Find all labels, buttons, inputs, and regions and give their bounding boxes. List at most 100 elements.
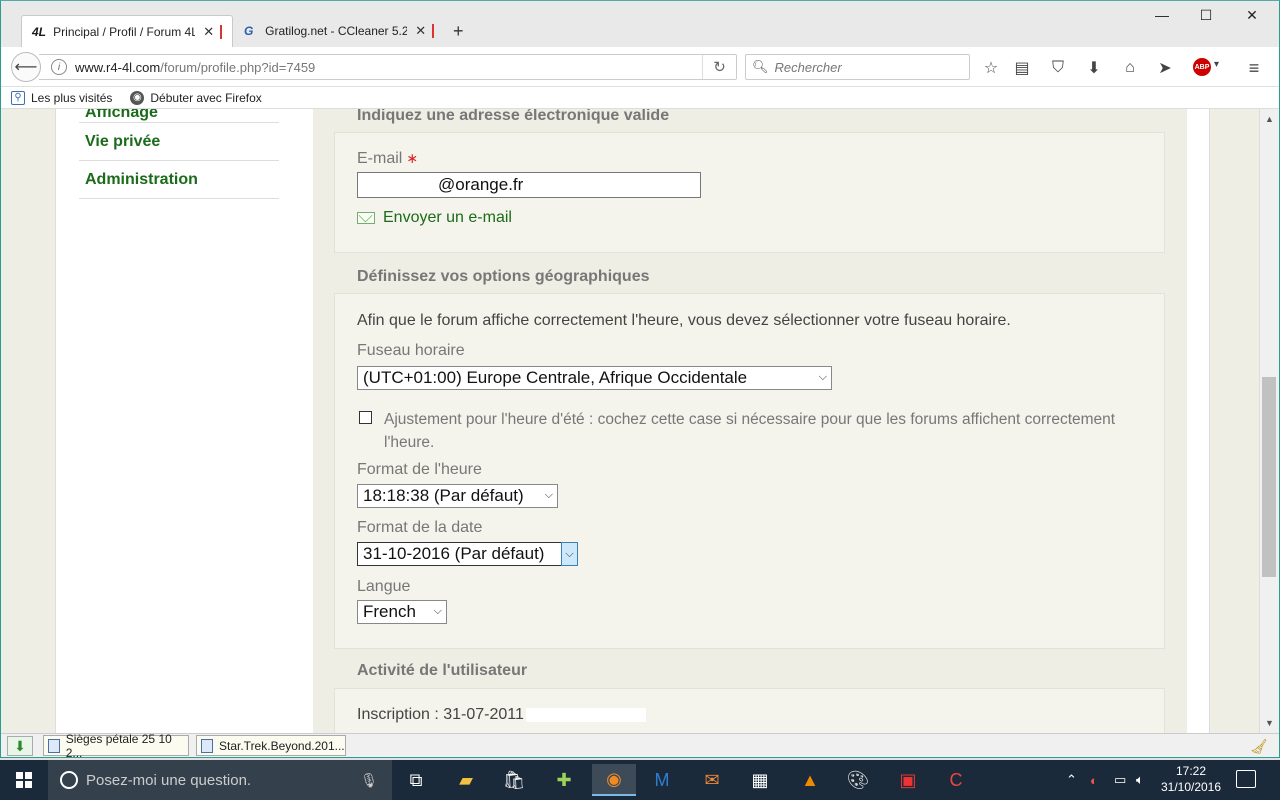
search-placeholder: Rechercher bbox=[774, 59, 842, 75]
new-tab-button[interactable]: + bbox=[453, 21, 464, 42]
back-button[interactable]: ⟵ bbox=[11, 52, 41, 82]
bookmark-most-visited[interactable]: ⚲ Les plus visités bbox=[11, 90, 112, 105]
close-window-icon[interactable]: ✕ bbox=[1229, 7, 1275, 24]
language-label: Langue bbox=[357, 578, 411, 595]
downloads-bar: ⬇ Sièges pétale 25 10 2... Star.Trek.Bey… bbox=[1, 732, 1279, 757]
bookmark-getting-started[interactable]: ◉ Débuter avec Firefox bbox=[130, 90, 262, 105]
windows-taskbar: Posez-moi une question. 🎙︎ ⧉ ▰ 🛍︎ ✚ ◉ M … bbox=[0, 760, 1280, 800]
malwarebytes-icon[interactable]: M bbox=[640, 764, 684, 796]
timezone-select[interactable]: (UTC+01:00) Europe Centrale, Afrique Occ… bbox=[357, 366, 832, 390]
calculator-icon[interactable]: ▦ bbox=[738, 764, 782, 796]
reload-icon[interactable]: ↻ bbox=[702, 55, 736, 79]
download-arrow-icon[interactable]: ⬇ bbox=[7, 736, 33, 756]
download-icon[interactable]: ⬇ bbox=[1083, 57, 1105, 79]
tab-gratilog[interactable]: G Gratilog.net - CCleaner 5.2... ✕ bbox=[234, 15, 444, 47]
paint-icon[interactable]: 🎨︎ bbox=[836, 764, 880, 796]
vertical-scrollbar[interactable]: ▲ ▼ bbox=[1259, 109, 1279, 733]
email-label: E-mail ∗ bbox=[357, 150, 418, 168]
sidebar-item-vie-privee[interactable]: Vie privée bbox=[79, 123, 279, 161]
sidebar-item-affichage[interactable]: Affichage bbox=[79, 109, 279, 123]
close-tab-icon[interactable]: ✕ bbox=[415, 23, 426, 39]
scrollbar-thumb[interactable] bbox=[1262, 377, 1276, 577]
adblock-icon[interactable]: ABP bbox=[1193, 58, 1211, 76]
firefox-icon[interactable]: ◉ bbox=[592, 764, 636, 796]
date-format-label: Format de la date bbox=[357, 519, 483, 536]
email-panel: E-mail ∗ @orange.fr Envoyer un e-mail bbox=[334, 132, 1165, 253]
search-input[interactable]: 🔍︎ Rechercher bbox=[745, 54, 970, 80]
tab-indicator bbox=[220, 25, 222, 39]
firefox-globe-icon: ◉ bbox=[130, 90, 145, 105]
date-format-select[interactable]: 31-10-2016 (Par défaut) ⌵ bbox=[357, 542, 578, 566]
time-format-value: 18:18:38 (Par défaut) bbox=[363, 486, 524, 505]
activity-section-title: Activité de l'utilisateur bbox=[357, 662, 528, 679]
clear-downloads-icon[interactable]: 🧹︎ bbox=[1247, 736, 1271, 756]
windows-logo-icon bbox=[16, 772, 32, 788]
download-item[interactable]: Star.Trek.Beyond.201... bbox=[196, 735, 346, 756]
cortana-search[interactable]: Posez-moi une question. 🎙︎ bbox=[48, 760, 392, 800]
tab-principal-profil[interactable]: 4L Principal / Profil / Forum 4L ✕ bbox=[21, 15, 233, 48]
document-icon bbox=[48, 738, 60, 753]
network-icon[interactable]: ▭ bbox=[1114, 760, 1126, 800]
scroll-up-icon[interactable]: ▲ bbox=[1260, 111, 1279, 127]
show-hidden-icons[interactable]: ⌃ bbox=[1066, 760, 1077, 800]
email-section-title: Indiquez une adresse électronique valide bbox=[357, 109, 670, 124]
tab-title: Gratilog.net - CCleaner 5.2... bbox=[265, 24, 408, 38]
timezone-value: (UTC+01:00) Europe Centrale, Afrique Occ… bbox=[363, 368, 748, 387]
task-view-icon[interactable]: ⧉ bbox=[394, 764, 438, 796]
search-icon: 🔍︎ bbox=[752, 59, 769, 74]
chevron-down-icon: ⌵ bbox=[818, 371, 827, 383]
start-button[interactable] bbox=[0, 760, 48, 800]
maximize-icon[interactable]: ☐ bbox=[1183, 7, 1229, 24]
email-label-text: E-mail bbox=[357, 150, 403, 167]
scroll-down-icon[interactable]: ▼ bbox=[1260, 715, 1279, 731]
adblock-dropdown-icon[interactable]: ▾ bbox=[1214, 59, 1219, 70]
file-explorer-icon[interactable]: ▰ bbox=[444, 764, 488, 796]
download-name: Star.Trek.Beyond.201... bbox=[219, 738, 345, 753]
forum-4l-favicon: 4L bbox=[32, 25, 47, 39]
profile-content: Indiquez une adresse électronique valide… bbox=[313, 109, 1187, 733]
ccleaner-tray-icon[interactable]: ◐ bbox=[1090, 760, 1098, 800]
reading-list-icon[interactable]: ▤ bbox=[1011, 57, 1033, 79]
home-icon[interactable]: ⌂ bbox=[1119, 57, 1141, 79]
timezone-label: Fuseau horaire bbox=[357, 342, 465, 359]
tab-title: Principal / Profil / Forum 4L bbox=[53, 25, 196, 39]
bookmark-star-icon[interactable]: ☆ bbox=[980, 57, 1002, 79]
studio-icon[interactable]: ▣ bbox=[886, 764, 930, 796]
bookmarks-toolbar: ⚲ Les plus visités ◉ Débuter avec Firefo… bbox=[1, 87, 1279, 109]
minimize-icon[interactable]: — bbox=[1139, 7, 1185, 23]
cortana-placeholder: Posez-moi une question. bbox=[86, 771, 252, 789]
pocket-icon[interactable]: ⛉ bbox=[1047, 57, 1069, 79]
tab-bar: 4L Principal / Profil / Forum 4L ✕ G Gra… bbox=[1, 1, 1279, 48]
microphone-icon[interactable]: 🎙︎ bbox=[360, 772, 378, 789]
geo-panel: Afin que le forum affiche correctement l… bbox=[334, 293, 1165, 649]
close-tab-icon[interactable]: ✕ bbox=[203, 24, 214, 40]
geo-section-title: Définissez vos options géographiques bbox=[357, 268, 650, 285]
download-item[interactable]: Sièges pétale 25 10 2... bbox=[43, 732, 189, 757]
clock[interactable]: 17:22 31/10/2016 bbox=[1158, 763, 1224, 795]
send-email-link[interactable]: Envoyer un e-mail bbox=[357, 209, 512, 227]
mail-icon[interactable]: ✉ bbox=[690, 764, 734, 796]
email-value: @orange.fr bbox=[438, 175, 524, 194]
vlc-icon[interactable]: ▲ bbox=[788, 764, 832, 796]
app-puzzle-icon[interactable]: ✚ bbox=[542, 764, 586, 796]
volume-icon[interactable]: 🔈︎ bbox=[1136, 760, 1144, 800]
date-format-value: 31-10-2016 (Par défaut) bbox=[363, 544, 545, 563]
geo-intro-text: Afin que le forum affiche correctement l… bbox=[357, 312, 1011, 329]
sidebar-item-administration[interactable]: Administration bbox=[79, 161, 279, 199]
ccleaner-icon[interactable]: C bbox=[934, 764, 978, 796]
dst-checkbox[interactable] bbox=[359, 411, 372, 424]
clock-time: 17:22 bbox=[1175, 764, 1207, 778]
email-field[interactable]: @orange.fr bbox=[357, 172, 701, 198]
action-center-icon[interactable] bbox=[1236, 770, 1256, 788]
time-format-select[interactable]: 18:18:38 (Par défaut) ⌵ bbox=[357, 484, 558, 508]
menu-icon[interactable]: ≡ bbox=[1243, 57, 1265, 79]
chevron-down-icon: ⌵ bbox=[544, 489, 553, 501]
dst-label-line: l'heure. bbox=[384, 434, 435, 451]
store-icon[interactable]: 🛍︎ bbox=[492, 764, 536, 796]
language-value: French bbox=[363, 602, 416, 621]
site-info-icon[interactable]: i bbox=[51, 59, 67, 75]
gratilog-favicon: G bbox=[244, 24, 254, 38]
send-icon[interactable]: ➤ bbox=[1154, 57, 1176, 79]
language-select[interactable]: French ⌵ bbox=[357, 600, 447, 624]
url-bar[interactable]: i www.r4-4l.com /forum/profile.php?id=74… bbox=[39, 54, 737, 80]
